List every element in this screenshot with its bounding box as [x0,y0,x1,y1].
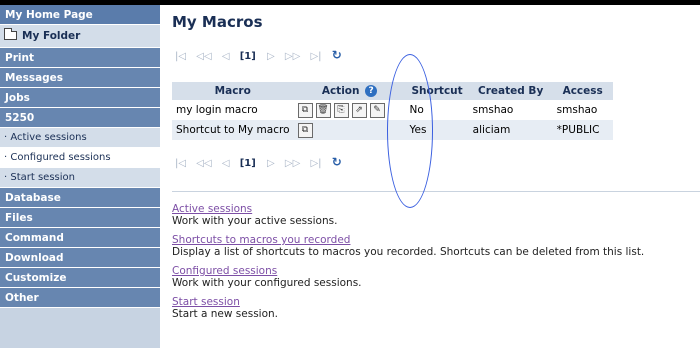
column-header-macro[interactable]: Macro [172,82,294,100]
column-header-action-label: Action [321,85,360,97]
table-row: my login macro ⧉ 🗑 ⎘ ⇗ ✎ No smshao smshao [172,100,613,120]
shortcut-value: No [405,100,469,120]
created-by-value: aliciam [468,120,553,140]
page-number: [1] [239,158,256,169]
divider [172,191,700,192]
next-page-set-icon[interactable]: ▷▷ [285,51,300,62]
next-page-icon[interactable]: ▷ [267,158,275,169]
action-cell: ⧉ 🗑 ⎘ ⇗ ✎ [293,100,406,120]
sidebar-item-command[interactable]: Command [0,228,160,248]
previous-page-icon[interactable]: ◁ [222,158,230,169]
copy-icon[interactable]: ⧉ [297,102,313,118]
help-icon[interactable]: ? [365,85,378,97]
link-block-configured-sessions: Configured sessions Work with your confi… [172,265,700,290]
main-content: My Macros |◁ ◁◁ ◁ [1] ▷ ▷▷ ▷| ↻ Macro Ac… [172,5,700,343]
sidebar-item-messages[interactable]: Messages [0,68,160,88]
sidebar-item-database[interactable]: Database [0,188,160,208]
shortcut-value: Yes [405,120,469,140]
created-by-value: smshao [468,100,553,120]
action-cell: ⧉ [293,120,406,140]
sidebar-item-my-folder[interactable]: My Folder [0,25,160,48]
first-page-icon[interactable]: |◁ [175,158,186,169]
page-title: My Macros [172,13,263,31]
sidebar-item-label: My Folder [22,30,81,42]
first-page-icon[interactable]: |◁ [175,51,186,62]
previous-page-icon[interactable]: ◁ [222,51,230,62]
folder-icon [4,28,17,40]
link-description: Work with your configured sessions. [172,277,362,289]
sidebar-item-configured-sessions[interactable]: · Configured sessions [0,148,160,168]
previous-page-set-icon[interactable]: ◁◁ [196,51,211,62]
edit-icon[interactable]: ✎ [369,102,385,118]
sidebar: My Home Page My Folder Print Messages Jo… [0,5,160,348]
sidebar-item-start-session[interactable]: · Start session [0,168,160,188]
link-block-start-session: Start session Start a new session. [172,296,700,321]
macro-name: Shortcut to My macro [172,120,294,140]
column-header-created-by[interactable]: Created By [468,82,553,100]
macro-name: my login macro [172,100,294,120]
shortcuts-to-macros-link[interactable]: Shortcuts to macros you recorded [172,234,700,246]
link-description: Start a new session. [172,308,279,320]
page-number: [1] [239,51,256,62]
delete-icon[interactable]: 🗑 [315,102,331,118]
column-header-action: Action ? [293,82,406,100]
sidebar-item-5250[interactable]: 5250 [0,108,160,128]
column-header-shortcut[interactable]: Shortcut [405,82,469,100]
sidebar-item-files[interactable]: Files [0,208,160,228]
column-header-access[interactable]: Access [552,82,613,100]
shortcut-icon[interactable]: ⎘ [333,102,349,118]
next-page-icon[interactable]: ▷ [267,51,275,62]
sidebar-item-my-home-page[interactable]: My Home Page [0,5,160,25]
table-row: Shortcut to My macro ⧉ Yes aliciam *PUBL… [172,120,613,140]
sidebar-item-active-sessions[interactable]: · Active sessions [0,128,160,148]
access-value: smshao [552,100,613,120]
pager-bottom: |◁ ◁◁ ◁ [1] ▷ ▷▷ ▷| ↻ [175,155,349,171]
copy-icon[interactable]: ⧉ [297,122,313,138]
table-header-row: Macro Action ? Shortcut Created By Acces… [172,82,613,100]
pager-top: |◁ ◁◁ ◁ [1] ▷ ▷▷ ▷| ↻ [175,48,349,64]
run-icon[interactable]: ⇗ [351,102,367,118]
next-page-set-icon[interactable]: ▷▷ [285,158,300,169]
refresh-icon[interactable]: ↻ [332,48,342,62]
previous-page-set-icon[interactable]: ◁◁ [196,158,211,169]
sidebar-item-download[interactable]: Download [0,248,160,268]
last-page-icon[interactable]: ▷| [310,51,321,62]
start-session-link[interactable]: Start session [172,296,700,308]
sidebar-item-print[interactable]: Print [0,48,160,68]
sidebar-item-other[interactable]: Other [0,288,160,308]
link-description: Work with your active sessions. [172,215,338,227]
link-description: Display a list of shortcuts to macros yo… [172,246,645,258]
refresh-icon[interactable]: ↻ [332,155,342,169]
link-block-active-sessions: Active sessions Work with your active se… [172,203,700,228]
sidebar-filler [0,308,160,348]
related-links: Active sessions Work with your active se… [172,203,700,327]
last-page-icon[interactable]: ▷| [310,158,321,169]
sidebar-item-customize[interactable]: Customize [0,268,160,288]
macros-table: Macro Action ? Shortcut Created By Acces… [172,82,613,140]
active-sessions-link[interactable]: Active sessions [172,203,700,215]
configured-sessions-link[interactable]: Configured sessions [172,265,700,277]
link-block-shortcuts: Shortcuts to macros you recorded Display… [172,234,700,259]
sidebar-item-jobs[interactable]: Jobs [0,88,160,108]
access-value: *PUBLIC [552,120,613,140]
